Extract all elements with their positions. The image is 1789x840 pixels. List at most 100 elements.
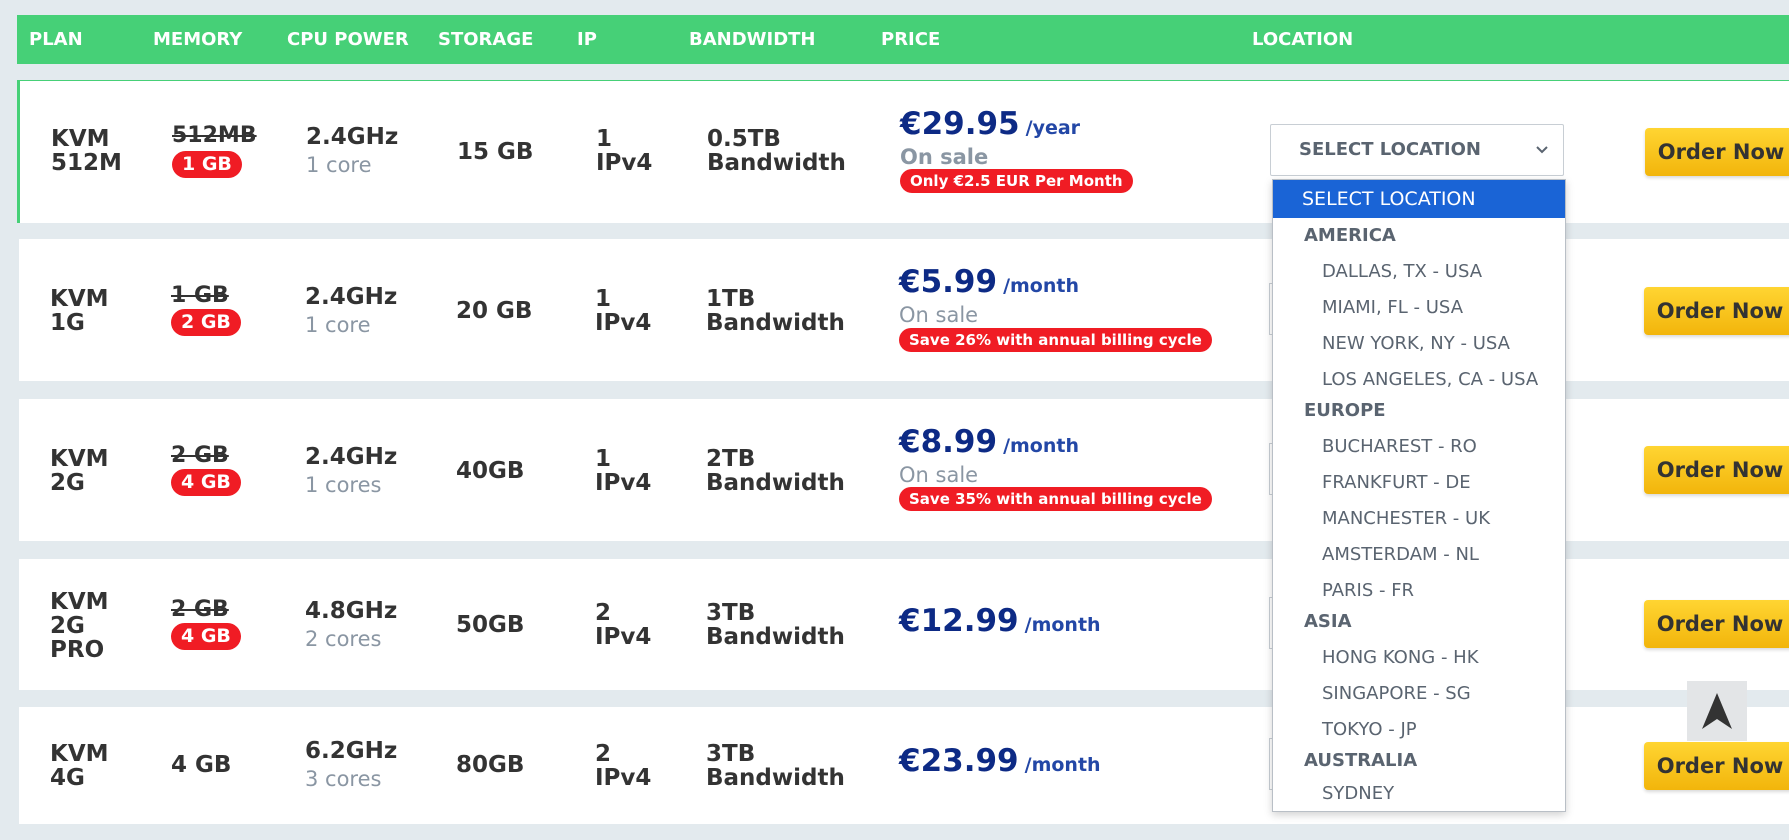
dropdown-option[interactable]: BUCHAREST - RO (1322, 436, 1477, 457)
ip-type: IPv4 (596, 150, 653, 176)
order-now-button[interactable]: Order Now (1644, 600, 1789, 648)
price: €12.99/month (899, 603, 1101, 639)
dropdown-option[interactable]: LOS ANGELES, CA - USA (1322, 369, 1538, 390)
plan-name-line: 1G (50, 310, 85, 336)
plan-name-line: KVM (50, 446, 109, 472)
ip-count: 2 (595, 741, 612, 767)
dropdown-option[interactable]: DALLAS, TX - USA (1322, 261, 1482, 282)
price: €8.99/month (899, 424, 1079, 460)
dropdown-option[interactable]: NEW YORK, NY - USA (1322, 333, 1510, 354)
plan-name: KVM 512M (51, 127, 122, 175)
price-period: /month (1003, 275, 1079, 297)
cpu-cores: 1 core (305, 313, 371, 337)
col-ip: IP (577, 29, 597, 50)
bandwidth-label: Bandwidth (706, 624, 845, 650)
bandwidth-amount: 3TB (706, 600, 756, 626)
memory-old: 2 GB (171, 597, 229, 622)
ip-type: IPv4 (595, 624, 652, 650)
col-bandwidth: BANDWIDTH (689, 29, 816, 50)
plan-name-line: KVM (51, 126, 110, 152)
cpu-cores: 3 cores (305, 767, 382, 791)
col-plan: PLAN (29, 29, 83, 50)
cpu-cores: 1 core (306, 153, 372, 177)
plan-name: KVM 1G (50, 287, 109, 335)
plan-name-line: 2G (50, 613, 85, 639)
scroll-to-top-button[interactable] (1687, 681, 1747, 741)
col-storage: STORAGE (438, 29, 534, 50)
col-memory: MEMORY (153, 29, 243, 50)
bandwidth: 1TB Bandwidth (706, 287, 845, 335)
col-cpu-power: CPU POWER (287, 29, 409, 50)
ip-count: 1 (596, 126, 613, 152)
memory: 4 GB (171, 752, 232, 778)
bandwidth-label: Bandwidth (706, 470, 845, 496)
promo-badge: Save 26% with annual billing cycle (899, 328, 1212, 352)
bandwidth: 0.5TB Bandwidth (707, 127, 846, 175)
col-location: LOCATION (1252, 29, 1354, 50)
storage: 20 GB (456, 298, 533, 324)
price-amount: €23.99 (899, 743, 1019, 779)
order-now-button[interactable]: Order Now (1645, 128, 1789, 176)
order-now-button[interactable]: Order Now (1644, 446, 1789, 494)
price-period: /month (1003, 435, 1079, 457)
price-amount: €12.99 (899, 603, 1019, 639)
cpu-cores: 1 cores (305, 473, 382, 497)
bandwidth-amount: 0.5TB (707, 126, 781, 152)
ip-count: 1 (595, 286, 612, 312)
order-now-button[interactable]: Order Now (1644, 742, 1789, 790)
order-now-button[interactable]: Order Now (1644, 287, 1789, 335)
plan-name-line: KVM (50, 589, 109, 615)
dropdown-option[interactable]: TOKYO - JP (1322, 719, 1417, 740)
price-amount: €29.95 (900, 106, 1020, 142)
plan-name-line: KVM (50, 741, 109, 767)
ip-count: 1 (595, 446, 612, 472)
storage: 80GB (456, 752, 525, 778)
bandwidth: 3TB Bandwidth (706, 742, 845, 790)
plan-name-line: 4G (50, 765, 85, 791)
col-price: PRICE (881, 29, 941, 50)
storage: 15 GB (457, 139, 534, 165)
location-dropdown-list[interactable]: SELECT LOCATION AMERICA DALLAS, TX - USA… (1272, 179, 1566, 812)
dropdown-option[interactable]: PARIS - FR (1322, 580, 1414, 601)
bandwidth: 3TB Bandwidth (706, 601, 845, 649)
memory-badge: 4 GB (171, 469, 241, 496)
dropdown-group-asia: ASIA (1304, 611, 1352, 632)
plan-name: KVM 2G PRO (50, 590, 109, 662)
plan-name: KVM 2G (50, 447, 109, 495)
bandwidth-label: Bandwidth (707, 150, 846, 176)
plan-name-line: KVM (50, 286, 109, 312)
dropdown-option[interactable]: MIAMI, FL - USA (1322, 297, 1463, 318)
storage: 50GB (456, 612, 525, 638)
plan-name-line: PRO (50, 637, 105, 663)
ip-type: IPv4 (595, 470, 652, 496)
memory-badge: 1 GB (172, 151, 242, 178)
dropdown-option[interactable]: AMSTERDAM - NL (1322, 544, 1479, 565)
bandwidth-label: Bandwidth (706, 310, 845, 336)
memory-old: 512MB (172, 123, 257, 148)
cpu-ghz: 2.4GHz (306, 124, 399, 150)
dropdown-option[interactable]: HONG KONG - HK (1322, 647, 1479, 668)
dropdown-option[interactable]: FRANKFURT - DE (1322, 472, 1471, 493)
ip: 2 IPv4 (595, 601, 651, 649)
sale-label: On sale (899, 303, 979, 327)
ip-type: IPv4 (595, 765, 652, 791)
location-select-value: SELECT LOCATION (1299, 139, 1481, 160)
ip: 2 IPv4 (595, 742, 651, 790)
dropdown-option[interactable]: MANCHESTER - UK (1322, 508, 1490, 529)
price-period: /month (1024, 754, 1101, 776)
dropdown-option[interactable]: SINGAPORE - SG (1322, 683, 1471, 704)
location-select[interactable]: SELECT LOCATION (1270, 124, 1564, 176)
ip: 1 IPv4 (595, 447, 651, 495)
ip-count: 2 (595, 600, 612, 626)
price-amount: €8.99 (899, 424, 998, 460)
bandwidth-label: Bandwidth (706, 765, 845, 791)
price: €5.99/month (899, 264, 1079, 300)
dropdown-option-selected[interactable]: SELECT LOCATION (1273, 180, 1565, 218)
price-amount: €5.99 (899, 264, 998, 300)
memory-badge: 4 GB (171, 623, 241, 650)
cpu-ghz: 2.4GHz (305, 284, 398, 310)
dropdown-option[interactable]: SYDNEY (1322, 783, 1394, 804)
memory-badge: 2 GB (171, 309, 241, 336)
ip-type: IPv4 (595, 310, 652, 336)
dropdown-group-australia: AUSTRALIA (1304, 750, 1418, 771)
